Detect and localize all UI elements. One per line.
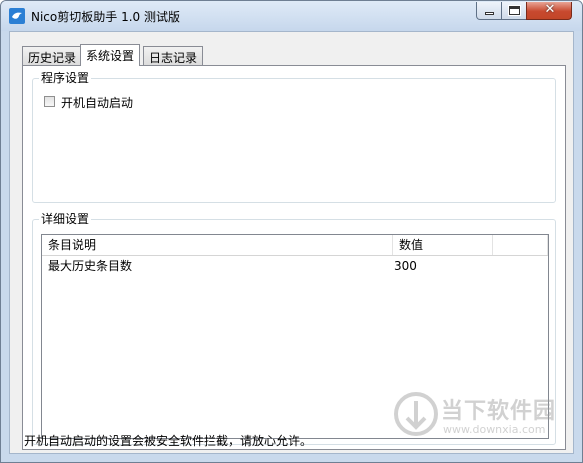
window-title: Nico剪切板助手 1.0 测试版 bbox=[31, 10, 180, 24]
tab-history[interactable]: 历史记录 bbox=[22, 46, 83, 65]
list-header: 条目说明 数值 bbox=[42, 235, 548, 256]
detail-settings-label: 详细设置 bbox=[39, 212, 92, 226]
watermark-url: www.downxia.com bbox=[443, 423, 546, 436]
autostart-label[interactable]: 开机自动启动 bbox=[61, 94, 133, 111]
item-name: 最大历史条目数 bbox=[48, 259, 133, 273]
minimize-icon bbox=[485, 12, 494, 15]
minimize-button[interactable] bbox=[476, 2, 502, 20]
app-window: Nico剪切板助手 1.0 测试版 ✕ 历史记录 系统设置 日志记录 程序设置 … bbox=[0, 0, 583, 463]
close-button[interactable]: ✕ bbox=[526, 2, 572, 20]
item-value: 300 bbox=[394, 259, 417, 273]
maximize-button[interactable] bbox=[501, 2, 527, 20]
watermark-name: 当下软件园 bbox=[441, 399, 557, 424]
title-bar[interactable]: Nico剪切板助手 1.0 测试版 ✕ bbox=[1, 1, 582, 31]
autostart-checkbox[interactable] bbox=[44, 96, 55, 107]
program-settings-group: 程序设置 开机自动启动 bbox=[32, 71, 556, 203]
column-header-value[interactable]: 数值 bbox=[393, 235, 493, 255]
column-header-item[interactable]: 条目说明 bbox=[42, 235, 393, 255]
status-message: 开机自动启动的设置会被安全软件拦截，请放心允许。 bbox=[24, 434, 313, 448]
column-header-empty bbox=[493, 235, 548, 255]
list-item[interactable]: 最大历史条目数 300 bbox=[42, 257, 548, 275]
watermark: 当下软件园 www.downxia.com bbox=[393, 389, 568, 447]
downxia-logo-icon bbox=[394, 392, 438, 436]
program-settings-label: 程序设置 bbox=[39, 71, 92, 85]
bird-app-icon bbox=[9, 8, 25, 24]
close-icon: ✕ bbox=[544, 2, 556, 17]
tab-system-settings[interactable]: 系统设置 bbox=[80, 44, 141, 66]
maximize-icon bbox=[509, 6, 520, 15]
tab-log[interactable]: 日志记录 bbox=[143, 46, 204, 65]
